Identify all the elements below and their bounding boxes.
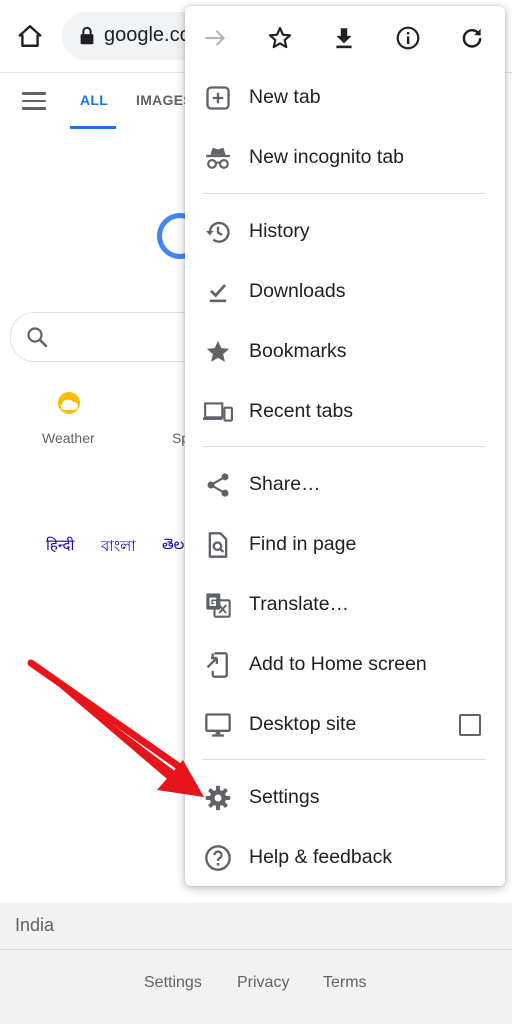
find-in-page-icon <box>203 530 233 560</box>
menu-item-new-tab[interactable]: New tab <box>185 68 505 128</box>
country-label: India <box>15 915 55 935</box>
desktop-site-checkbox[interactable] <box>459 714 481 736</box>
menu-item-find-in-page[interactable]: Find in page <box>185 515 505 575</box>
star-icon[interactable] <box>265 23 295 53</box>
url-text[interactable]: google.co <box>104 24 191 47</box>
footer-settings-link[interactable]: Settings <box>144 974 202 992</box>
menu-divider <box>203 193 485 194</box>
desktop-icon <box>203 710 233 740</box>
tab-all[interactable]: ALL <box>80 92 108 108</box>
help-icon <box>203 843 233 873</box>
download-check-icon <box>203 277 233 307</box>
plus-box-icon <box>203 83 233 113</box>
home-icon[interactable] <box>14 20 46 52</box>
forward-arrow-icon[interactable] <box>201 23 231 53</box>
share-icon <box>203 470 233 500</box>
menu-item-label: Bookmarks <box>249 340 347 362</box>
info-icon[interactable] <box>393 23 423 53</box>
menu-item-desktop-site[interactable]: Desktop site <box>185 695 505 755</box>
menu-item-bookmarks[interactable]: Bookmarks <box>185 322 505 382</box>
menu-item-label: New tab <box>249 86 321 108</box>
star-filled-icon <box>203 337 233 367</box>
menu-item-help-feedback[interactable]: Help & feedback <box>185 828 505 888</box>
menu-item-downloads[interactable]: Downloads <box>185 262 505 322</box>
menu-item-label: History <box>249 220 310 242</box>
menu-item-label: Add to Home screen <box>249 653 427 675</box>
active-tab-indicator <box>70 126 116 129</box>
weather-icon[interactable] <box>56 390 82 416</box>
menu-divider <box>203 759 485 760</box>
language-link[interactable]: हिन्दी <box>46 535 74 555</box>
menu-item-settings[interactable]: Settings <box>185 768 505 828</box>
menu-item-label: Help & feedback <box>249 846 393 868</box>
language-link[interactable]: বাংলা <box>101 535 136 560</box>
footer-privacy-link[interactable]: Privacy <box>237 974 289 992</box>
menu-item-label: Downloads <box>249 280 346 302</box>
reload-icon[interactable] <box>457 23 487 53</box>
browser-overflow-menu: New tab New incognito tab History Downlo… <box>185 6 505 886</box>
menu-item-label: Translate… <box>249 593 350 615</box>
gear-icon <box>203 783 233 813</box>
menu-item-history[interactable]: History <box>185 202 505 262</box>
hamburger-icon[interactable] <box>22 92 46 110</box>
menu-item-label: Settings <box>249 786 320 808</box>
add-to-home-icon <box>203 650 233 680</box>
menu-toolbar <box>185 6 505 68</box>
search-icon <box>25 325 49 349</box>
menu-item-label: New incognito tab <box>249 146 405 168</box>
menu-item-label: Recent tabs <box>249 400 354 422</box>
translate-icon <box>203 590 233 620</box>
weather-shortcut-label[interactable]: Weather <box>42 430 95 446</box>
menu-divider <box>203 446 485 447</box>
download-icon[interactable] <box>329 23 359 53</box>
menu-item-recent-tabs[interactable]: Recent tabs <box>185 382 505 442</box>
footer-terms-link[interactable]: Terms <box>323 974 367 992</box>
language-link[interactable]: తెల <box>162 535 184 557</box>
footer-country: India <box>0 903 512 950</box>
menu-item-translate[interactable]: Translate… <box>185 575 505 635</box>
menu-item-label: Share… <box>249 473 321 495</box>
devices-icon <box>203 397 233 427</box>
menu-item-new-incognito-tab[interactable]: New incognito tab <box>185 128 505 188</box>
incognito-icon <box>203 143 233 173</box>
menu-item-add-to-home-screen[interactable]: Add to Home screen <box>185 635 505 695</box>
menu-item-label: Desktop site <box>249 713 357 735</box>
menu-item-share[interactable]: Share… <box>185 455 505 515</box>
history-icon <box>203 217 233 247</box>
footer-links: Settings Privacy Terms <box>0 950 512 1024</box>
lock-icon[interactable] <box>76 25 98 47</box>
menu-item-label: Find in page <box>249 533 357 555</box>
